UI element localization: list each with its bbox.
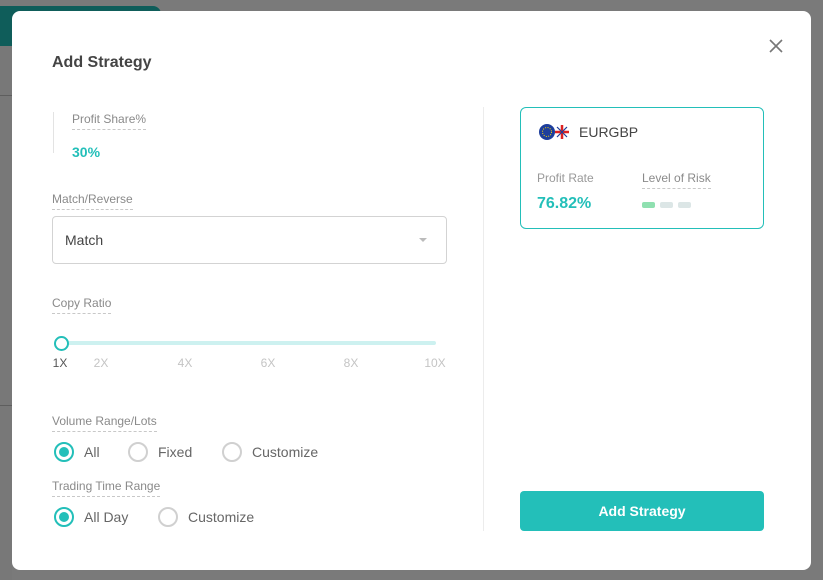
copy-ratio-slider-track[interactable] — [62, 341, 436, 345]
eur-gbp-flag-icon — [539, 124, 570, 140]
match-reverse-label: Match/Reverse — [52, 192, 133, 210]
copy-ratio-tick: 2X — [93, 356, 109, 370]
copy-ratio-tick: 8X — [343, 356, 359, 370]
copy-ratio-tick: 4X — [177, 356, 193, 370]
add-strategy-button[interactable]: Add Strategy — [520, 491, 764, 531]
profit-rate-label: Profit Rate — [537, 171, 594, 185]
copy-ratio-tick: 1X — [52, 356, 68, 370]
background-panel — [0, 46, 12, 580]
radio-checked-icon — [54, 507, 74, 527]
risk-segment — [660, 202, 673, 208]
trading-time-label: Trading Time Range — [52, 479, 161, 497]
radio-unchecked-icon — [128, 442, 148, 462]
background-divider — [0, 405, 12, 406]
radio-checked-icon — [54, 442, 74, 462]
copy-ratio-tick: 10X — [424, 356, 446, 370]
symbol-name: EURGBP — [579, 124, 639, 140]
profit-share-label: Profit Share% — [72, 112, 147, 130]
radio-label: All Day — [84, 509, 129, 525]
volume-radio-customize[interactable]: Customize — [222, 442, 318, 462]
match-reverse-value: Match — [65, 232, 104, 248]
volume-range-label: Volume Range/Lots — [52, 414, 157, 432]
add-strategy-modal: Add Strategy Profit Share% 30% Match/Rev… — [12, 11, 811, 570]
profit-share-divider — [53, 112, 54, 153]
trading-radio-customize[interactable]: Customize — [158, 507, 254, 527]
background-divider — [0, 95, 12, 96]
profit-rate-value: 76.82% — [537, 195, 592, 212]
modal-title: Add Strategy — [52, 54, 152, 71]
radio-label: All — [84, 444, 100, 460]
volume-radio-fixed[interactable]: Fixed — [128, 442, 192, 462]
risk-level-label: Level of Risk — [642, 171, 711, 189]
risk-segment — [678, 202, 691, 208]
profit-share-value: 30% — [72, 144, 101, 160]
radio-label: Fixed — [158, 444, 193, 460]
chevron-down-icon — [419, 238, 427, 242]
radio-label: Customize — [188, 509, 255, 525]
radio-unchecked-icon — [222, 442, 242, 462]
risk-segment — [642, 202, 655, 208]
trading-radio-all-day[interactable]: All Day — [54, 507, 128, 527]
radio-unchecked-icon — [158, 507, 178, 527]
strategy-card: EURGBP Profit Rate 76.82% Level of Risk — [520, 107, 764, 229]
volume-radio-all[interactable]: All — [54, 442, 100, 462]
copy-ratio-slider-thumb[interactable] — [54, 336, 69, 351]
match-reverse-select[interactable]: Match — [52, 216, 447, 264]
column-divider — [483, 107, 484, 531]
copy-ratio-tick: 6X — [260, 356, 276, 370]
radio-label: Customize — [252, 444, 319, 460]
copy-ratio-label: Copy Ratio — [52, 296, 112, 314]
close-icon[interactable] — [767, 37, 785, 55]
